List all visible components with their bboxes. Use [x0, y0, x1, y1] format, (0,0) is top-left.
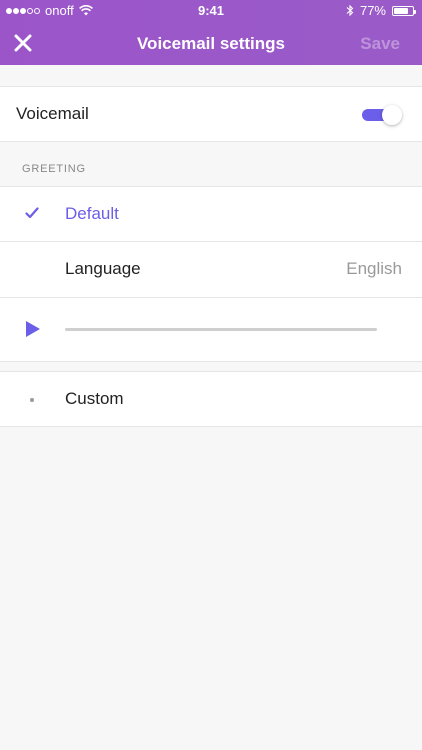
- nav-bar: Voicemail settings Save: [0, 22, 422, 65]
- greeting-section-header: GREETING: [22, 163, 86, 175]
- playback-progress-bar[interactable]: [65, 328, 377, 331]
- status-bar: onoff 9:41 77%: [0, 0, 422, 20]
- custom-option[interactable]: Custom: [0, 371, 422, 427]
- voicemail-toggle[interactable]: [362, 105, 402, 125]
- language-row[interactable]: Language English: [0, 242, 422, 297]
- voicemail-label: Voicemail: [16, 104, 89, 123]
- language-value: English: [346, 259, 402, 278]
- play-icon[interactable]: [26, 321, 40, 337]
- battery-percent: 77%: [359, 3, 386, 18]
- voicemail-row: Voicemail: [0, 86, 422, 142]
- status-right: 77%: [346, 3, 416, 18]
- bluetooth-icon: [346, 4, 354, 17]
- greeting-group: Default Language English: [0, 186, 422, 362]
- battery-icon: [392, 5, 416, 16]
- toggle-knob: [382, 105, 402, 125]
- app-header: onoff 9:41 77% Voicemail settings Save: [0, 0, 422, 65]
- playback-row: [0, 298, 422, 362]
- save-button[interactable]: Save: [360, 34, 400, 54]
- battery-fill: [394, 7, 408, 14]
- default-option-label: Default: [65, 204, 119, 223]
- language-label: Language: [65, 259, 141, 278]
- page-title: Voicemail settings: [136, 34, 285, 53]
- default-option[interactable]: Default: [0, 187, 422, 241]
- custom-option-label: Custom: [65, 389, 124, 408]
- checkmark-icon: [25, 207, 39, 219]
- bullet-icon: [30, 398, 34, 402]
